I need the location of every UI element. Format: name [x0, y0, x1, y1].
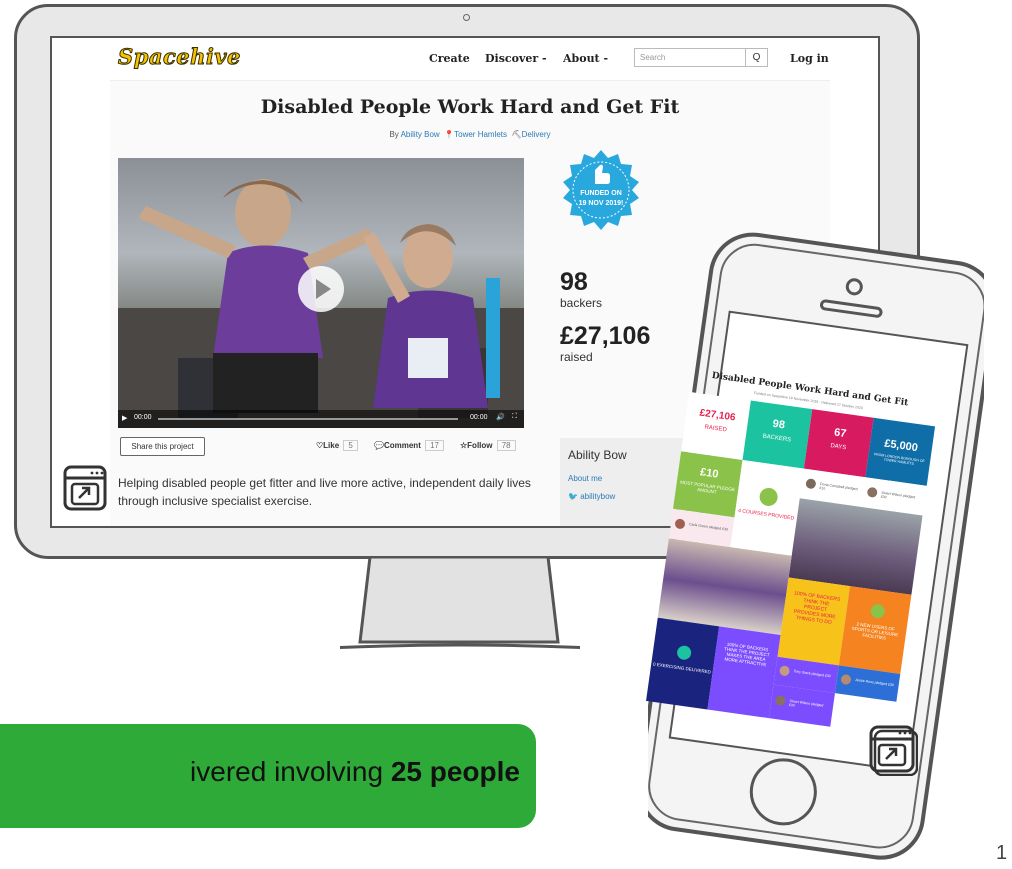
tile-courses-label: 4 COURSES PROVIDED	[737, 507, 795, 522]
follow-label: Follow	[467, 441, 493, 450]
heart-badge-icon	[758, 486, 779, 508]
raised-label: raised	[560, 350, 593, 364]
phone-screen: Disabled People Work Hard and Get Fit Fu…	[622, 330, 958, 785]
raised-value: £27,106	[560, 322, 651, 350]
monitor-camera	[463, 14, 470, 21]
comment-count: 17	[425, 440, 444, 451]
pledger-avatar	[805, 478, 817, 490]
project-video[interactable]: ▶ 00:00 00:00 🔊 ⛶	[118, 158, 524, 428]
pledger-avatar	[866, 486, 878, 498]
tile-attractive-label: 100% OF BACKERS THINK THE PROJECT MAKES …	[723, 641, 770, 668]
play-small-icon[interactable]: ▶	[122, 414, 127, 422]
pledger-4-text: Tony Stack pledged £30	[793, 669, 831, 679]
share-button[interactable]: Share this project	[120, 437, 205, 456]
video-scrubber[interactable]	[158, 418, 458, 420]
like-button[interactable]: ♡Like 5	[316, 440, 358, 451]
comment-button[interactable]: 💬Comment 17	[374, 440, 444, 451]
tile-pledge: £10 MOST POPULAR PLEDGE AMOUNT	[673, 451, 743, 518]
backers-value: 98	[560, 268, 588, 296]
search-input[interactable]: Search	[634, 48, 746, 67]
tile-exercising-label: 0 EXERCISING DELIVERED	[652, 661, 712, 675]
location-link[interactable]: Tower Hamlets	[454, 130, 507, 139]
project-title: Disabled People Work Hard and Get Fit	[260, 96, 680, 118]
nav-about[interactable]: About -	[563, 52, 608, 65]
heart-badge-icon	[676, 644, 693, 661]
tile-percent: 100% OF BACKERS THINK THE PROJECT PROVID…	[777, 577, 851, 666]
monitor-stand	[340, 557, 580, 650]
byline: By Ability Bow 📍Tower Hamlets ⛏Delivery	[110, 130, 830, 139]
tile-raised: £27,106 RAISED	[681, 391, 751, 460]
pledger-6-text: Stuart Wilson pledged £30	[788, 698, 824, 708]
time-total: 00:00	[470, 414, 488, 421]
pledger-5-text: Jessie Ross pledged £30	[854, 677, 895, 688]
pledger-avatar	[674, 518, 686, 530]
comment-icon: 💬	[374, 441, 384, 450]
fullscreen-icon[interactable]: ⛶	[512, 413, 517, 421]
play-button[interactable]	[298, 266, 344, 312]
tile-attractive: 100% OF BACKERS THINK THE PROJECT MAKES …	[707, 626, 781, 719]
comment-label: Comment	[383, 441, 421, 450]
tile-exercising: 0 EXERCISING DELIVERED	[646, 617, 720, 710]
tile-percent-label: 100% OF BACKERS THINK THE PROJECT PROVID…	[793, 590, 841, 626]
follow-count: 78	[496, 440, 516, 451]
time-elapsed: 00:00	[134, 414, 152, 421]
nav-discover[interactable]: Discover -	[485, 52, 547, 65]
top-navigation: Spacehive Create Discover - About - Sear…	[110, 38, 830, 81]
nav-create[interactable]: Create	[429, 52, 470, 65]
project-description: Helping disabled people get fitter and l…	[118, 476, 531, 508]
tile-grant: £5,000 FROM LONDON BOROUGH OF TOWER HAML…	[865, 417, 936, 486]
pledger-avatar	[840, 673, 852, 686]
video-controls: ▶ 00:00 00:00 🔊 ⛶	[118, 410, 524, 428]
backers-label: backers	[560, 296, 603, 310]
banner-text: ivered involving 25 people	[0, 756, 520, 788]
tile-days: 67 DAYS	[803, 409, 874, 478]
pledger-2-text: Stuart Wilson pledged £30	[880, 490, 916, 500]
spacehive-logo[interactable]: Spacehive	[118, 44, 241, 70]
volume-icon[interactable]: 🔊	[496, 413, 505, 421]
twitter-link[interactable]: 🐦 abilitybow	[568, 492, 615, 501]
like-label: Like	[323, 441, 340, 450]
tile-users-label: 2 NEW USERS OF SPORTS OR LEISURE FACILIT…	[851, 621, 899, 641]
owner-name: Ability Bow	[568, 448, 627, 462]
badge-line2: 19 NOV 2019!	[579, 200, 624, 207]
leisure-icon	[869, 603, 886, 620]
pledger-avatar	[778, 665, 791, 677]
tile-users: 2 NEW USERS OF SPORTS OR LEISURE FACILIT…	[838, 586, 912, 675]
pledger-3-text: Carla Green pledged £30	[688, 522, 729, 532]
pledger-avatar	[774, 694, 787, 707]
play-icon	[316, 279, 331, 299]
about-me-link[interactable]: About me	[568, 474, 602, 483]
badge-line1: FUNDED ON	[580, 190, 622, 197]
author-link[interactable]: Ability Bow	[401, 130, 440, 139]
location-pin-icon: 📍	[444, 130, 455, 139]
search-icon[interactable]: Q	[746, 48, 768, 67]
twitter-handle: abilitybow	[580, 492, 616, 501]
shovel-icon: ⛏	[511, 130, 522, 139]
byline-by: By	[389, 130, 399, 139]
pledger-1-text: Fiona Campbell pledged £10	[819, 481, 858, 492]
tile-backers: 98 BACKERS	[742, 400, 813, 469]
browser-window-icon	[869, 725, 918, 776]
impact-grid: £27,106 RAISED 98 BACKERS 67 DAYS £5,000…	[642, 391, 936, 763]
banner-prefix: ivered involving	[190, 756, 391, 787]
page-number: 1	[996, 842, 1008, 864]
like-count: 5	[343, 440, 358, 451]
pledger-6: Stuart Wilson pledged £30	[768, 684, 835, 727]
follow-button[interactable]: ☆Follow 78	[460, 440, 516, 451]
login-link[interactable]: Log in	[790, 52, 829, 65]
twitter-icon: 🐦	[568, 492, 581, 501]
funded-badge: FUNDED ON 19 NOV 2019!	[563, 150, 639, 230]
browser-window-icon	[63, 465, 107, 511]
banner-highlight: 25 people	[390, 756, 520, 787]
stage-link[interactable]: Delivery	[522, 130, 551, 139]
